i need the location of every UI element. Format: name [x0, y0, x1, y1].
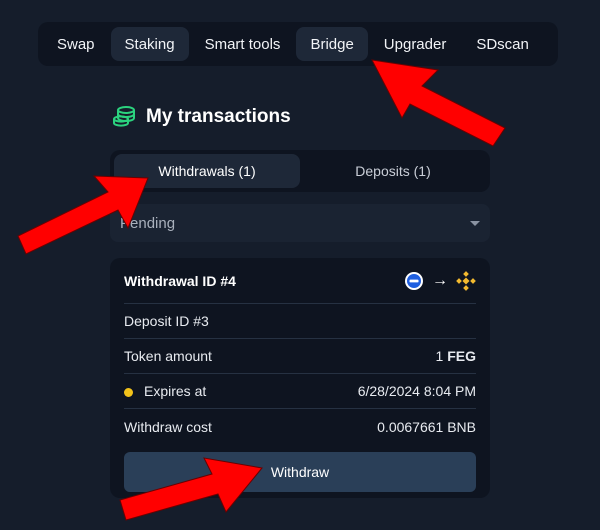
page-title: My transactions — [146, 106, 291, 127]
expires-row: Expires at 6/28/2024 8:04 PM — [124, 374, 476, 409]
withdraw-cost-row: Withdraw cost 0.0067661 BNB — [124, 409, 476, 444]
nav-item-bridge[interactable]: Bridge — [296, 27, 368, 61]
chevron-down-icon — [470, 220, 480, 226]
tab-deposits[interactable]: Deposits (1) — [300, 154, 486, 188]
token-amount-value: 1 — [435, 348, 444, 364]
token-amount-label: Token amount — [124, 348, 212, 364]
nav-item-upgrader[interactable]: Upgrader — [370, 27, 461, 61]
deposit-id-row: Deposit ID #3 — [124, 304, 476, 339]
route-arrow: → — [432, 271, 448, 289]
expires-value: 6/28/2024 8:04 PM — [357, 383, 476, 399]
transaction-tabs: Withdrawals (1) Deposits (1) — [110, 150, 490, 192]
withdraw-cost-value: 0.0067661 BNB — [377, 418, 476, 435]
bnb-icon — [456, 270, 476, 291]
status-filter-select[interactable]: Pending — [110, 204, 490, 242]
withdraw-cost-label: Withdraw cost — [124, 418, 212, 435]
token-amount: 1 FEG — [436, 348, 476, 364]
coins-stack-icon — [113, 106, 135, 127]
nav-item-smart-tools[interactable]: Smart tools — [191, 27, 295, 61]
section-header: My transactions — [112, 103, 291, 131]
deposit-id: Deposit ID #3 — [124, 313, 209, 329]
top-nav: Swap Staking Smart tools Bridge Upgrader… — [38, 22, 558, 66]
circle-minus-icon — [405, 271, 423, 290]
expires-label: Expires at — [144, 383, 207, 399]
withdrawal-id: Withdrawal ID #4 — [124, 272, 236, 289]
card-header: Withdrawal ID #4 → — [124, 258, 476, 304]
arrow-to-bridge-icon — [371, 59, 506, 147]
withdraw-button[interactable]: Withdraw — [124, 452, 476, 492]
status-filter-value: Pending — [120, 214, 176, 232]
status-dot — [124, 387, 133, 397]
tab-withdrawals[interactable]: Withdrawals (1) — [114, 154, 300, 188]
nav-item-sdscan[interactable]: SDscan — [462, 27, 543, 61]
chain-route: → — [404, 270, 476, 291]
token-symbol: FEG — [447, 348, 476, 364]
nav-item-staking[interactable]: Staking — [110, 27, 189, 61]
withdrawal-card: Withdrawal ID #4 → Deposit ID #3 Token a… — [110, 258, 490, 498]
nav-item-swap[interactable]: Swap — [43, 27, 109, 61]
expires-label-wrap: Expires at — [124, 383, 206, 399]
token-amount-row: Token amount 1 FEG — [124, 339, 476, 374]
